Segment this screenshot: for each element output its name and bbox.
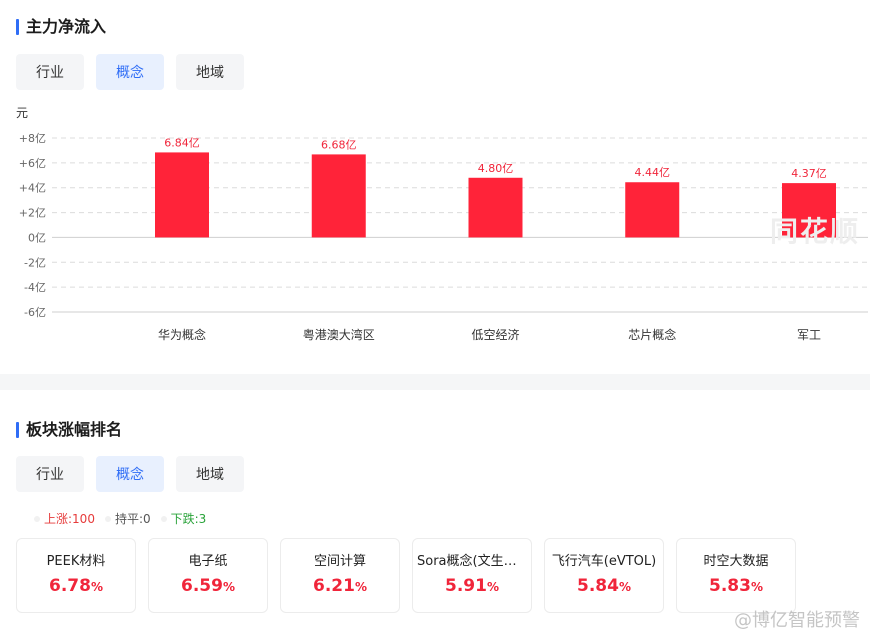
sector-card-change: 5.83% <box>709 575 763 598</box>
bar-value-label: 6.68亿 <box>321 138 357 151</box>
sector-ranking-tabs: 行业 概念 地域 <box>16 456 244 492</box>
change-value: 6.59 <box>181 576 223 596</box>
chart-watermark-logo: 同花顺 <box>770 215 861 248</box>
sector-ranking-section: 板块涨幅排名 行业 概念 地域 上涨:100 持平:0 下跌:3 PEEK材料 … <box>0 390 870 638</box>
bar <box>625 182 680 238</box>
stat-up-label: 上涨:100 <box>44 512 95 526</box>
y-tick-label: +2亿 <box>19 207 46 220</box>
sector-card[interactable]: Sora概念(文生视频) 5.91% <box>412 538 532 613</box>
change-value: 5.84 <box>577 576 619 596</box>
bar-value-label: 6.84亿 <box>164 136 200 149</box>
weibo-watermark: @博亿智能预警 <box>734 610 860 631</box>
stat-flat-label: 持平:0 <box>114 512 151 526</box>
sector-card[interactable]: 电子纸 6.59% <box>148 538 268 613</box>
stat-up: 上涨:100 <box>34 510 95 527</box>
change-unit: % <box>222 580 235 594</box>
sector-card-name: 空间计算 <box>313 554 366 569</box>
bar <box>468 177 523 238</box>
sector-card[interactable]: 空间计算 6.21% <box>280 538 400 613</box>
dot-icon <box>104 515 111 522</box>
sector-card-name: 时空大数据 <box>703 554 769 569</box>
sector-card-name: 电子纸 <box>188 554 228 569</box>
sector-ranking-title: 板块涨幅排名 <box>16 420 122 440</box>
change-unit: % <box>354 580 367 594</box>
tab-concept[interactable]: 概念 <box>96 54 164 90</box>
sector-card-name: PEEK材料 <box>46 554 106 569</box>
sector-card-name: 飞行汽车(eVTOL) <box>551 554 657 569</box>
bar <box>155 152 209 238</box>
bar-value-label: 4.80亿 <box>478 162 514 175</box>
y-tick-label: -2亿 <box>24 256 46 269</box>
net-inflow-section: 主力净流入 行业 概念 地域 元 +8亿 +6亿 +4亿 +2亿 0亿 -2亿 -4亿 -6亿 6… <box>0 0 870 374</box>
y-tick-label: -4亿 <box>24 281 46 294</box>
bar <box>311 154 366 238</box>
stat-down: 下跌:3 <box>160 510 207 527</box>
y-tick-label: -6亿 <box>24 306 46 319</box>
change-value: 5.83 <box>709 576 751 596</box>
net-inflow-tabs: 行业 概念 地域 <box>16 54 244 90</box>
y-tick-label: +4亿 <box>19 182 46 195</box>
market-breadth-stats: 上涨:100 持平:0 下跌:3 <box>34 510 206 527</box>
change-unit: % <box>618 580 631 594</box>
tab-industry[interactable]: 行业 <box>16 54 84 90</box>
tab-concept[interactable]: 概念 <box>96 456 164 492</box>
x-tick-label: 低空经济 <box>471 327 519 342</box>
sector-cards: PEEK材料 6.78% 电子纸 6.59% 空间计算 6.21% Sora概念… <box>16 538 796 613</box>
sector-card-change: 6.21% <box>313 575 367 598</box>
change-value: 6.78 <box>49 576 91 596</box>
y-tick-label: 0亿 <box>28 231 46 244</box>
net-inflow-bar-chart: 元 +8亿 +6亿 +4亿 +2亿 0亿 -2亿 -4亿 -6亿 6.84亿华为概念 6.68亿粤港… <box>16 106 868 342</box>
change-unit: % <box>750 580 763 594</box>
sector-card-change: 5.91% <box>445 575 499 598</box>
sector-card[interactable]: PEEK材料 6.78% <box>16 538 136 613</box>
bar-value-label: 4.37亿 <box>791 167 827 180</box>
sector-card-change: 6.78% <box>49 575 103 598</box>
y-tick-label: +8亿 <box>19 132 46 145</box>
sector-card[interactable]: 飞行汽车(eVTOL) 5.84% <box>544 538 664 613</box>
sector-card-name: Sora概念(文生视频) <box>417 554 527 569</box>
x-tick-label: 华为概念 <box>158 327 206 342</box>
sector-card[interactable]: 时空大数据 5.83% <box>676 538 796 613</box>
tab-region[interactable]: 地域 <box>176 456 244 492</box>
stat-down-label: 下跌:3 <box>170 512 207 526</box>
net-inflow-title: 主力净流入 <box>16 17 106 37</box>
bar-value-label: 4.44亿 <box>635 166 671 179</box>
x-tick-label: 军工 <box>797 328 821 342</box>
tab-region[interactable]: 地域 <box>176 54 244 90</box>
tab-industry[interactable]: 行业 <box>16 456 84 492</box>
change-value: 6.21 <box>313 576 355 596</box>
sector-card-change: 5.84% <box>577 575 631 598</box>
dot-icon <box>34 515 40 522</box>
x-tick-label: 芯片概念 <box>628 327 676 342</box>
y-tick-label: +6亿 <box>19 157 46 170</box>
y-axis-unit-label: 元 <box>16 106 28 120</box>
section-separator <box>0 374 870 390</box>
change-unit: % <box>90 580 103 594</box>
stat-flat: 持平:0 <box>104 510 151 527</box>
sector-card-change: 6.59% <box>181 575 235 598</box>
change-unit: % <box>486 580 499 594</box>
x-tick-label: 粤港澳大湾区 <box>303 327 375 342</box>
change-value: 5.91 <box>445 576 487 596</box>
dot-icon <box>160 515 167 522</box>
